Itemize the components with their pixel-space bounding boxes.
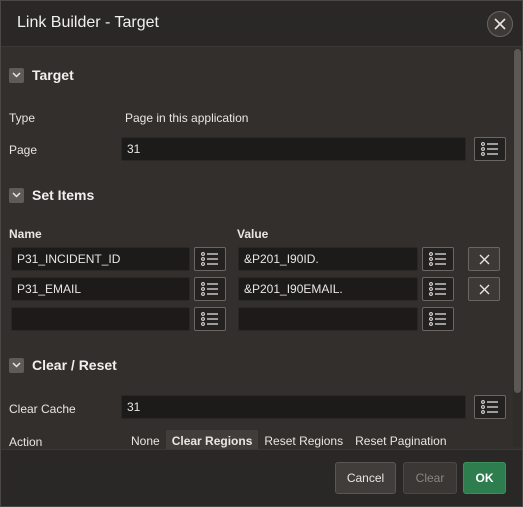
value-column-header: Value [237, 227, 269, 241]
vertical-scrollbar[interactable] [513, 49, 522, 447]
clear-button[interactable]: Clear [403, 462, 457, 494]
list-icon [481, 400, 498, 414]
item-value-list-button[interactable] [422, 307, 454, 331]
name-column-header: Name [9, 227, 42, 241]
remove-item-button[interactable] [468, 247, 500, 271]
section-target-header[interactable]: Target [9, 67, 74, 83]
action-option-reset-regions[interactable]: Reset Regions [258, 430, 349, 449]
page-label: Page [9, 143, 38, 157]
section-title: Target [32, 67, 74, 83]
section-title: Clear / Reset [32, 357, 117, 373]
dialog-titlebar: Link Builder - Target [1, 1, 522, 47]
clear-cache-list-button[interactable] [474, 395, 506, 419]
chevron-down-icon [9, 187, 24, 203]
item-name-list-button[interactable] [194, 277, 226, 301]
list-icon [201, 282, 218, 296]
page-input[interactable]: 31 [121, 137, 466, 161]
action-option-clear-regions[interactable]: Clear Regions [165, 430, 259, 449]
item-value-list-button[interactable] [422, 247, 454, 271]
close-icon [479, 254, 489, 264]
item-name-input[interactable]: P31_INCIDENT_ID [11, 247, 190, 271]
action-option-reset-pagination[interactable]: Reset Pagination [349, 430, 452, 449]
type-label: Type [9, 111, 36, 125]
close-icon [494, 18, 506, 30]
list-icon [481, 142, 498, 156]
item-value-list-button[interactable] [422, 277, 454, 301]
list-icon [429, 282, 446, 296]
section-clear-reset-header[interactable]: Clear / Reset [9, 357, 117, 373]
item-name-list-button[interactable] [194, 307, 226, 331]
close-button[interactable] [487, 11, 513, 37]
list-icon [201, 252, 218, 266]
item-value-input[interactable] [238, 307, 418, 331]
close-icon [479, 284, 489, 294]
list-icon [201, 312, 218, 326]
dialog-title: Link Builder - Target [17, 14, 159, 31]
type-value: Page in this application [125, 111, 249, 125]
remove-item-button[interactable] [468, 277, 500, 301]
list-icon [429, 312, 446, 326]
action-segmented-control: None Clear Regions Reset Regions Reset P… [125, 430, 453, 449]
page-list-button[interactable] [474, 137, 506, 161]
link-builder-dialog: Link Builder - Target Target Type Page i… [0, 0, 523, 507]
dialog-body: Target Type Page in this application Pag… [1, 47, 513, 449]
action-label: Action [9, 435, 43, 449]
item-name-list-button[interactable] [194, 247, 226, 271]
item-value-input[interactable]: &P201_I90ID. [238, 247, 418, 271]
item-name-input[interactable]: P31_EMAIL [11, 277, 190, 301]
item-name-input[interactable] [11, 307, 190, 331]
scrollbar-thumb[interactable] [514, 49, 521, 393]
chevron-down-icon [9, 67, 24, 83]
section-title: Set Items [32, 187, 95, 203]
item-value-input[interactable]: &P201_I90EMAIL. [238, 277, 418, 301]
clear-cache-input[interactable]: 31 [121, 395, 466, 419]
section-set-items-header[interactable]: Set Items [9, 187, 94, 203]
chevron-down-icon [9, 357, 24, 373]
dialog-footer: Cancel Clear OK [1, 449, 522, 506]
cancel-button[interactable]: Cancel [335, 462, 396, 494]
clear-cache-label: Clear Cache [9, 402, 76, 416]
ok-button[interactable]: OK [463, 462, 506, 494]
action-option-none[interactable]: None [125, 430, 166, 449]
list-icon [429, 252, 446, 266]
